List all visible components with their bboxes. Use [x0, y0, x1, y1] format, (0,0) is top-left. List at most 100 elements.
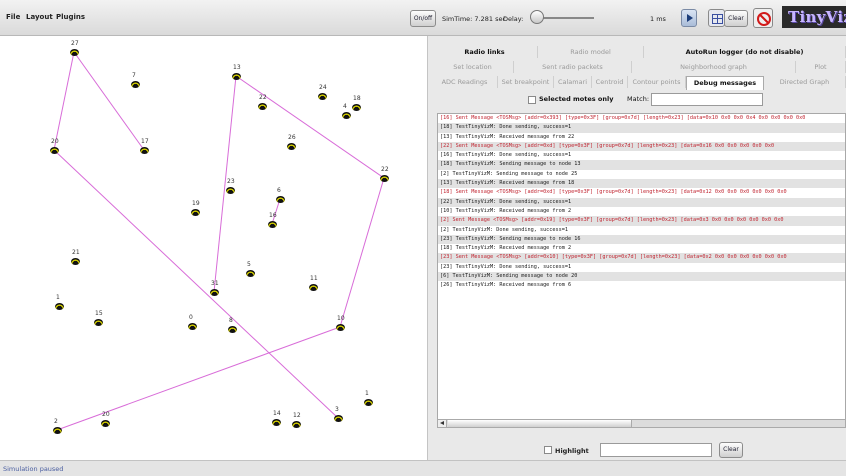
- mote-10[interactable]: 10: [336, 315, 345, 331]
- mote-17[interactable]: 17: [140, 138, 149, 154]
- selected-motes-label: Selected motes only: [539, 95, 614, 103]
- mote-26[interactable]: 26: [287, 134, 296, 150]
- highlight-row: Highlight Clear: [432, 439, 846, 459]
- selected-motes-checkbox[interactable]: [528, 96, 536, 104]
- log-line[interactable]: [23] TestTinyVizM: Sending message to no…: [438, 234, 845, 245]
- mote-21[interactable]: 21: [71, 249, 80, 265]
- log-line[interactable]: [18] TestTinyVizM: Received message from…: [438, 244, 845, 253]
- highlight-clear-button[interactable]: Clear: [719, 442, 743, 458]
- mote-icon: [364, 399, 373, 406]
- tab-radio-links[interactable]: Radio links: [432, 46, 538, 58]
- match-input[interactable]: [651, 93, 763, 106]
- mote-1[interactable]: 1: [55, 294, 64, 310]
- log-line[interactable]: [18] TestTinyVizM: Sending message to no…: [438, 160, 845, 170]
- mote-label: 16: [269, 212, 277, 219]
- mote-22[interactable]: 22: [258, 94, 267, 110]
- highlight-checkbox[interactable]: [544, 446, 552, 454]
- mote-22[interactable]: 22: [380, 166, 389, 182]
- tab-debug-messages[interactable]: Debug messages: [686, 76, 764, 90]
- log-line[interactable]: [16] Sent Message <TOSMsg> [addr=0x393] …: [438, 114, 845, 123]
- tab-radio-model[interactable]: Radio model: [538, 46, 644, 58]
- mote-11[interactable]: 11: [309, 275, 318, 291]
- log-line[interactable]: [13] TestTinyVizM: Received message from…: [438, 133, 845, 142]
- mote-18[interactable]: 18: [352, 95, 361, 111]
- mote-20[interactable]: 20: [101, 411, 110, 427]
- log-line[interactable]: [18] Sent Message <TOSMsg> [addr=0xd] [t…: [438, 188, 845, 197]
- tab-directed-graph[interactable]: Directed Graph: [764, 76, 846, 88]
- log-line[interactable]: [2] TestTinyVizM: Sending message to nod…: [438, 170, 845, 179]
- log-line[interactable]: [22] Sent Message <TOSMsg> [addr=0xd] [t…: [438, 141, 845, 152]
- menu-file[interactable]: File: [6, 13, 20, 21]
- mote-6[interactable]: 6: [276, 187, 285, 203]
- tab-sent-radio-packets[interactable]: Sent radio packets: [514, 61, 632, 73]
- radio-link: [73, 51, 145, 151]
- mote-31[interactable]: 31: [210, 280, 219, 296]
- mote-4[interactable]: 4: [342, 103, 351, 119]
- log-line[interactable]: [2] TestTinyVizM: Done sending, success=…: [438, 226, 845, 235]
- delay-slider-knob[interactable]: [530, 10, 544, 24]
- highlight-input[interactable]: [600, 443, 712, 457]
- mote-12[interactable]: 12: [292, 412, 301, 428]
- mote-8[interactable]: 8: [228, 317, 237, 333]
- mote-14[interactable]: 14: [272, 410, 281, 426]
- play-button[interactable]: [681, 9, 697, 27]
- mote-0[interactable]: 0: [188, 314, 197, 330]
- mote-icon: [318, 93, 327, 100]
- tab-centroid[interactable]: Centroid: [592, 76, 628, 88]
- log-line[interactable]: [6] TestTinyVizM: Sending message to nod…: [438, 272, 845, 282]
- log-line[interactable]: [13] TestTinyVizM: Received message from…: [438, 179, 845, 189]
- mote-1[interactable]: 1: [364, 390, 373, 406]
- log-horizontal-scrollbar[interactable]: [437, 419, 846, 428]
- mote-16[interactable]: 16: [268, 212, 277, 228]
- mote-label: 21: [72, 249, 80, 256]
- log-line[interactable]: [16] TestTinyVizM: Done sending, success…: [438, 151, 845, 160]
- mote-20[interactable]: 20: [50, 138, 59, 154]
- sim-time: SimTime: 7.281 sec: [442, 15, 507, 23]
- log-line[interactable]: [23] TestTinyVizM: Done sending, success…: [438, 263, 845, 272]
- log-line[interactable]: [18] TestTinyVizM: Done sending, success…: [438, 123, 845, 133]
- mote-label: 1: [56, 294, 60, 301]
- mote-27[interactable]: 27: [70, 40, 79, 56]
- mote-13[interactable]: 13: [232, 64, 241, 80]
- scroll-thumb[interactable]: [448, 420, 632, 427]
- log-line[interactable]: [26] TestTinyVizM: Received message from…: [438, 281, 845, 290]
- mote-5[interactable]: 5: [246, 261, 255, 277]
- highlight-label: Highlight: [555, 447, 589, 455]
- onoff-button[interactable]: On/off: [410, 10, 436, 27]
- tab-set-breakpoint[interactable]: Set breakpoint: [498, 76, 554, 88]
- scroll-left-icon[interactable]: [438, 420, 447, 427]
- menu-layout[interactable]: Layout: [26, 13, 53, 21]
- radio-link: [53, 149, 339, 419]
- mote-3[interactable]: 3: [334, 406, 343, 422]
- tab-neighborhood-graph[interactable]: Neighborhood graph: [632, 61, 796, 73]
- tab-set-location[interactable]: Set location: [432, 61, 514, 73]
- mote-7[interactable]: 7: [131, 72, 140, 88]
- mote-24[interactable]: 24: [318, 84, 327, 100]
- mote-icon: [228, 326, 237, 333]
- network-canvas[interactable]: 27 7 13 24 20 22 4 18 26 17 22 23 6 19 16 21 11 5 31 1 15 0 8 1…: [0, 36, 428, 460]
- mote-15[interactable]: 15: [94, 310, 103, 326]
- mote-icon: [352, 104, 361, 111]
- mote-23[interactable]: 23: [226, 178, 235, 194]
- tab-plot[interactable]: Plot: [796, 61, 846, 73]
- log-line[interactable]: [10] TestTinyVizM: Received message from…: [438, 207, 845, 216]
- mote-icon: [232, 73, 241, 80]
- mote-19[interactable]: 19: [191, 200, 200, 216]
- tab-contour-points[interactable]: Contour points: [628, 76, 686, 88]
- tab-autorun-logger[interactable]: AutoRun logger (do not disable): [644, 46, 846, 58]
- grid-button[interactable]: [708, 9, 725, 27]
- mote-icon: [334, 415, 343, 422]
- mote-2[interactable]: 2: [53, 418, 62, 434]
- log-line[interactable]: [2] Sent Message <TOSMsg> [addr=0x19] [t…: [438, 216, 845, 226]
- mote-icon: [70, 49, 79, 56]
- toolbar-clear-button[interactable]: Clear: [724, 10, 748, 27]
- log-line[interactable]: [23] Sent Message <TOSMsg> [addr=0x10] […: [438, 253, 845, 263]
- tab-calamari[interactable]: Calamari: [554, 76, 592, 88]
- mote-icon: [53, 427, 62, 434]
- log-line[interactable]: [22] TestTinyVizM: Done sending, success…: [438, 197, 845, 207]
- debug-log[interactable]: [16] Sent Message <TOSMsg> [addr=0x393] …: [437, 113, 846, 424]
- tab-adc-readings[interactable]: ADC Readings: [432, 76, 498, 88]
- menu-plugins[interactable]: Plugins: [56, 13, 85, 21]
- stop-button[interactable]: [753, 8, 773, 28]
- delay-label: Delay:: [503, 15, 524, 23]
